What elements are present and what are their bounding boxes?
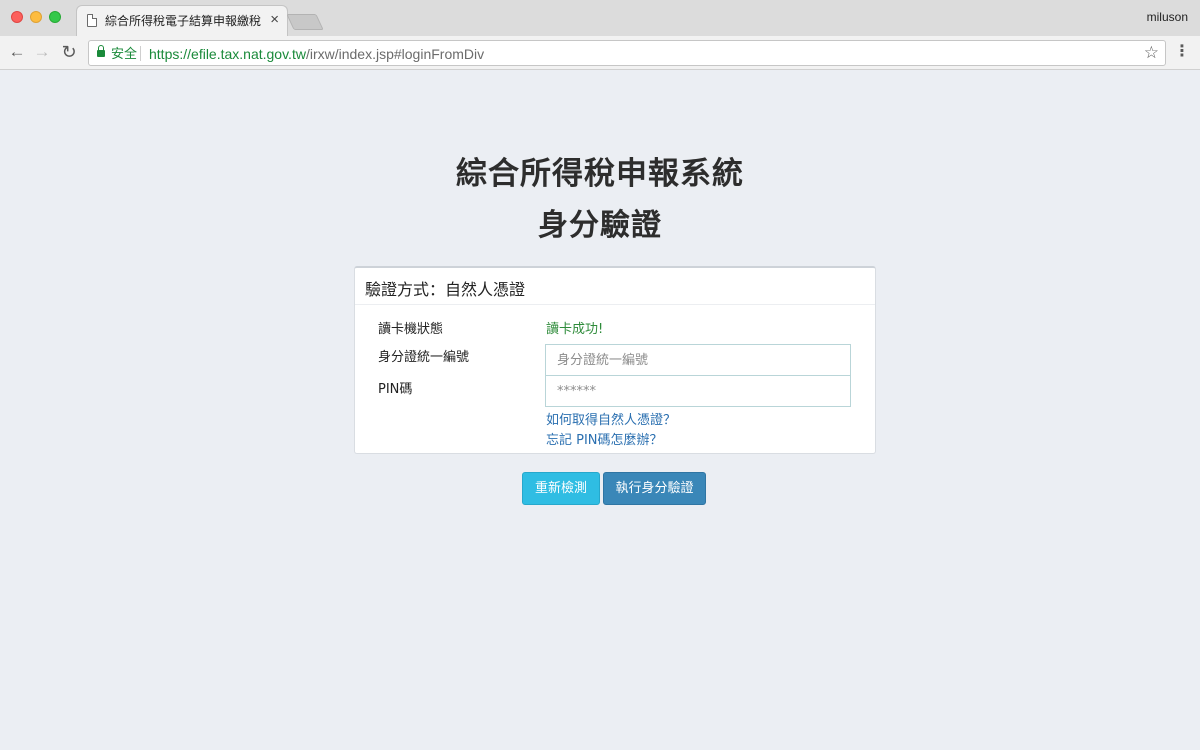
- browser-toolbar: ← → ↻ 安全 https://efile.tax.nat.gov.tw/ir…: [0, 36, 1200, 70]
- forward-arrow-icon[interactable]: →: [31, 41, 53, 63]
- recheck-button[interactable]: 重新檢測: [522, 472, 600, 505]
- minimize-window-icon[interactable]: [30, 11, 42, 23]
- tab-strip: 綜合所得稅電子結算申報繳稅系統 × miluson: [0, 0, 1200, 36]
- verify-identity-button[interactable]: 執行身分驗證: [603, 472, 706, 505]
- get-certificate-link[interactable]: 如何取得自然人憑證？: [546, 409, 676, 428]
- card-reader-label: 讀卡機狀態: [378, 322, 444, 337]
- verification-panel: 驗證方式：自然人憑證 讀卡機狀態 讀卡成功! 身分證統一編號 PIN碼 如何取得…: [354, 266, 876, 454]
- page-title: 綜合所得稅申報系統: [456, 156, 744, 192]
- card-reader-status: 讀卡成功!: [546, 322, 604, 337]
- address-bar[interactable]: 安全 https://efile.tax.nat.gov.tw/irxw/ind…: [88, 40, 1166, 66]
- id-number-label: 身分證統一編號: [378, 350, 470, 365]
- page-subtitle: 身分驗證: [538, 208, 662, 243]
- forgot-pin-link[interactable]: 忘記 PIN碼怎麼辦？: [546, 429, 663, 448]
- lock-icon: [97, 45, 105, 57]
- reload-icon[interactable]: ↻: [58, 41, 80, 63]
- close-window-icon[interactable]: [11, 11, 23, 23]
- secure-label[interactable]: 安全: [111, 46, 137, 62]
- tab-title: 綜合所得稅電子結算申報繳稅系統: [105, 14, 261, 28]
- url-path: /irxw/index.jsp#loginFromDiv: [305, 46, 485, 62]
- profile-name[interactable]: miluson: [1147, 10, 1188, 24]
- page-icon: [87, 14, 97, 27]
- panel-heading: 驗證方式：自然人憑證: [355, 268, 875, 305]
- url-host: efile.tax.nat.gov.tw: [191, 46, 306, 62]
- url-scheme: https://: [149, 46, 192, 62]
- active-tab[interactable]: 綜合所得稅電子結算申報繳稅系統 ×: [76, 5, 288, 36]
- url-text[interactable]: https://efile.tax.nat.gov.tw/irxw/index.…: [149, 46, 484, 62]
- zoom-window-icon[interactable]: [49, 11, 61, 23]
- tab-close-icon[interactable]: ×: [270, 12, 279, 28]
- pin-label: PIN碼: [378, 382, 413, 397]
- pin-input[interactable]: [545, 375, 851, 407]
- star-icon[interactable]: ☆: [1144, 43, 1159, 63]
- kebab-menu-icon[interactable]: ⋮: [1174, 42, 1190, 62]
- new-tab-button[interactable]: [286, 14, 324, 30]
- address-bar-divider: [140, 46, 141, 61]
- back-arrow-icon[interactable]: ←: [6, 41, 28, 63]
- id-number-input[interactable]: [545, 344, 851, 376]
